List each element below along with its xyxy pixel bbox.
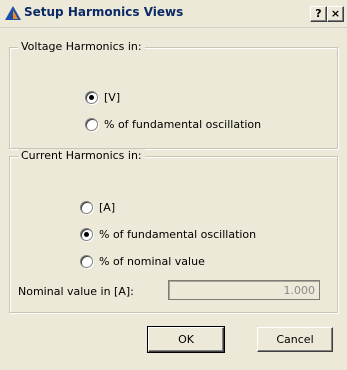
radio-voltage-percent-fundamental[interactable]: % of fundamental oscillation bbox=[85, 116, 261, 132]
voltage-harmonics-group: Voltage Harmonics in: bbox=[9, 40, 338, 149]
close-button[interactable]: × bbox=[327, 6, 344, 22]
radio-button[interactable] bbox=[80, 200, 93, 214]
window-title: Setup Harmonics Views bbox=[24, 5, 184, 19]
radio-voltage-v[interactable]: [V] bbox=[85, 89, 120, 105]
radio-button-checked[interactable] bbox=[85, 90, 98, 104]
radio-current-percent-fundamental[interactable]: % of fundamental oscillation bbox=[80, 226, 256, 242]
radio-button[interactable] bbox=[80, 254, 93, 268]
app-triangle-icon bbox=[5, 6, 21, 20]
radio-button-checked[interactable] bbox=[80, 227, 93, 241]
current-group-legend: Current Harmonics in: bbox=[18, 149, 145, 162]
nominal-value-input[interactable] bbox=[168, 280, 320, 300]
radio-label: [V] bbox=[104, 90, 121, 104]
dialog-body: Voltage Harmonics in: [V] % of fundament… bbox=[0, 28, 347, 370]
radio-label: % of fundamental oscillation bbox=[104, 117, 262, 131]
radio-current-percent-nominal[interactable]: % of nominal value bbox=[80, 253, 205, 269]
nominal-value-label: Nominal value in [A]: bbox=[18, 285, 134, 298]
voltage-group-legend: Voltage Harmonics in: bbox=[18, 40, 145, 53]
radio-button[interactable] bbox=[85, 117, 98, 131]
radio-label: % of nominal value bbox=[99, 254, 205, 268]
radio-label: % of fundamental oscillation bbox=[99, 227, 257, 241]
radio-current-a[interactable]: [A] bbox=[80, 199, 115, 215]
ok-button[interactable]: OK bbox=[147, 326, 225, 353]
radio-label: [A] bbox=[99, 200, 116, 214]
title-bar[interactable]: Setup Harmonics Views ? × bbox=[0, 0, 347, 28]
help-button[interactable]: ? bbox=[310, 6, 327, 22]
cancel-button[interactable]: Cancel bbox=[257, 327, 333, 352]
